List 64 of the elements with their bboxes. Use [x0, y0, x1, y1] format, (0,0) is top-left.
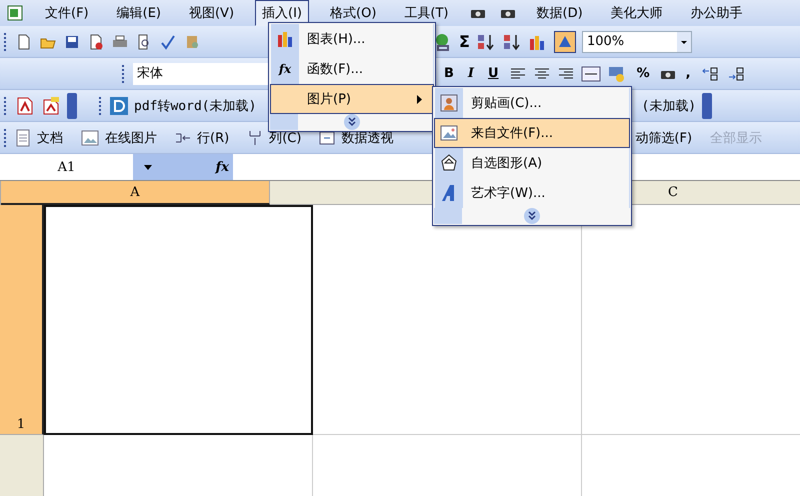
align-center-icon[interactable]: [532, 66, 551, 80]
camera-icon[interactable]: [500, 7, 516, 19]
name-box[interactable]: A1: [0, 160, 133, 174]
menu-item[interactable]: 自选图形(A): [434, 148, 630, 178]
toolbar-button[interactable]: 动筛选(F): [635, 128, 692, 146]
row-header[interactable]: 1: [0, 205, 44, 435]
toolbar-button[interactable]: 在线图片: [105, 128, 157, 146]
document-letter-icon[interactable]: [110, 96, 128, 114]
cell[interactable]: [44, 205, 313, 435]
menu-item[interactable]: 办公助手: [684, 0, 750, 26]
menu-item[interactable]: 剪贴画(C)...: [434, 88, 630, 118]
shapes-icon: [440, 154, 458, 172]
drawing-icon[interactable]: [554, 30, 576, 52]
sort-descending-icon[interactable]: [502, 32, 522, 50]
menu-item[interactable]: 图片(P): [270, 84, 434, 114]
toolbar-button[interactable]: 文档: [37, 128, 63, 146]
zoom-dropdown[interactable]: 100%: [582, 30, 692, 52]
menu-item[interactable]: 来自文件(F)...: [434, 118, 630, 148]
image-icon[interactable]: [81, 130, 99, 146]
menu-item[interactable]: 艺术字(W)...: [434, 178, 630, 208]
camera-icon[interactable]: [470, 7, 486, 19]
format-button[interactable]: ,: [682, 66, 695, 81]
menu-item[interactable]: 视图(V): [182, 0, 242, 26]
align-left-icon[interactable]: [508, 66, 527, 80]
menu-item[interactable]: 格式(O): [323, 0, 384, 26]
menu-item[interactable]: 数据(D): [530, 0, 590, 26]
format-button[interactable]: %: [632, 66, 654, 81]
menu-item[interactable]: fx 函数(F)...: [270, 54, 434, 84]
insert-function-button[interactable]: fx: [216, 160, 229, 174]
expand-chevron-icon[interactable]: [344, 114, 360, 130]
format-button[interactable]: B: [440, 66, 458, 81]
toolbar-button[interactable]: 数据透视: [341, 128, 394, 146]
expand-chevron-icon[interactable]: [524, 208, 540, 224]
merge-center-icon[interactable]: [580, 66, 601, 82]
currency-icon[interactable]: [606, 64, 627, 82]
toolbar-button[interactable]: 行(R): [197, 128, 230, 146]
plugin-label[interactable]: (未加载): [641, 96, 696, 114]
pdf-icon[interactable]: [15, 96, 35, 116]
toolbar-button[interactable]: 列(C): [269, 128, 302, 146]
dropdown-arrow-icon[interactable]: [144, 164, 152, 170]
format-button[interactable]: U: [484, 66, 503, 81]
align-right-icon[interactable]: [556, 66, 575, 80]
font-field[interactable]: 宋体: [133, 62, 268, 84]
menu-item[interactable]: 文件(F): [38, 0, 96, 26]
clipart-icon: [440, 94, 458, 112]
insert-column-icon[interactable]: [247, 130, 264, 146]
column-header[interactable]: A: [1, 181, 270, 205]
spreadsheet-icon: [6, 4, 24, 22]
pdf-comment-icon[interactable]: [41, 96, 61, 116]
plugin-label[interactable]: pdf转word(未加载): [134, 96, 256, 114]
submenu-arrow-icon: [417, 94, 423, 104]
format-button[interactable]: I: [464, 66, 478, 81]
picture-icon: [440, 125, 458, 141]
menu-item[interactable]: 美化大师: [604, 0, 670, 26]
menu-item[interactable]: 编辑(E): [110, 0, 168, 26]
sum-button[interactable]: Σ: [459, 32, 470, 51]
function-symbol: fx: [278, 62, 292, 76]
menu-item[interactable]: 图表(H)...: [270, 24, 434, 54]
sort-ascending-icon[interactable]: [476, 32, 496, 50]
menu-item[interactable]: 工具(T): [397, 0, 456, 26]
chart-icon: [276, 30, 294, 48]
spelling-icon[interactable]: [159, 32, 177, 50]
document-icon[interactable]: [15, 128, 31, 146]
pivot-table-icon[interactable]: [319, 130, 336, 144]
